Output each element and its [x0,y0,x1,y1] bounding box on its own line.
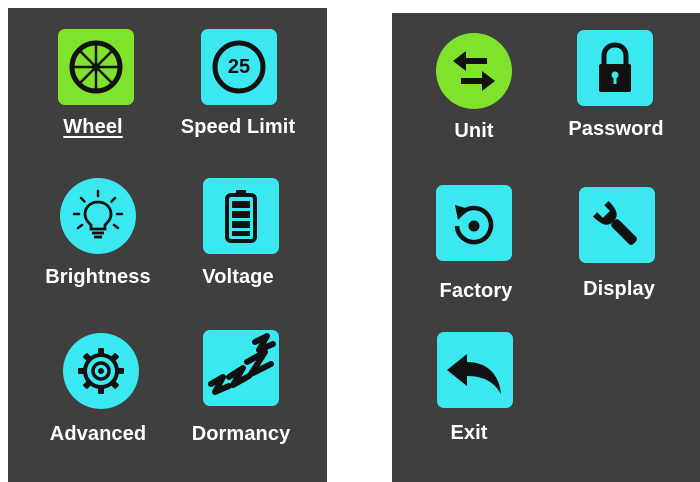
wheel-icon [69,40,123,94]
speed-limit-value: 25 [227,55,251,78]
dormancy-label: Dormancy [191,423,291,445]
voltage-label: Voltage [202,266,274,288]
exit-button[interactable] [437,332,513,408]
advanced-label: Advanced [49,423,147,445]
wheel-button[interactable] [58,29,134,105]
settings-menu-left: Wheel 25 Speed Limit Brightness Voltage … [8,8,327,482]
wrench-icon [592,200,637,245]
dormancy-button[interactable] [203,330,279,406]
voltage-button[interactable] [203,178,279,254]
battery-icon [225,190,257,243]
brightness-label: Brightness [45,266,151,288]
lightbulb-icon [72,189,124,239]
brightness-button[interactable] [60,178,136,254]
back-arrow-icon [447,354,501,394]
speed-limit-button[interactable]: 25 [201,29,277,105]
display-label: Display [583,278,655,300]
factory-button[interactable] [436,185,512,261]
speed-limit-label: Speed Limit [180,116,296,138]
swap-arrows-icon [453,51,495,91]
advanced-button[interactable] [63,333,139,409]
password-label: Password [568,118,664,140]
settings-menu-right: Unit Password Factory Display Exit [392,13,700,482]
padlock-icon [599,42,631,92]
reset-icon [454,205,494,245]
sleep-zzz-icon [208,333,276,395]
exit-label: Exit [450,422,488,444]
unit-label: Unit [454,120,494,142]
display-button[interactable] [579,187,655,263]
gear-icon [78,348,124,394]
wheel-label: Wheel [63,116,123,138]
unit-button[interactable] [436,33,512,109]
password-button[interactable] [577,30,653,106]
factory-label: Factory [439,280,513,302]
